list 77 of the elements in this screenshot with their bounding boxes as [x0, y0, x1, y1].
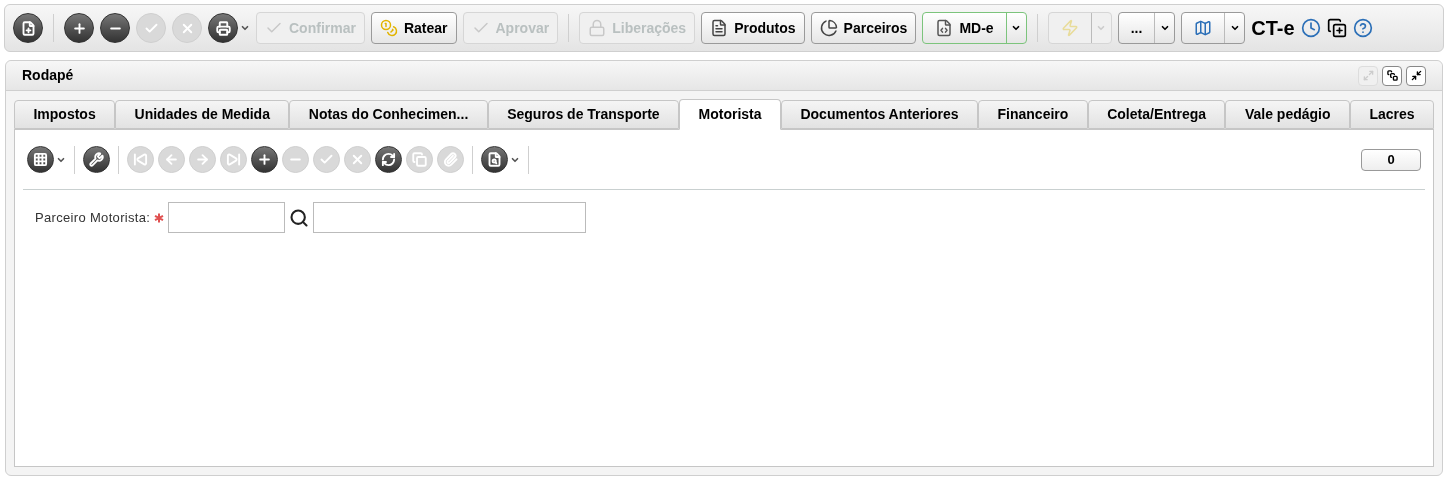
lock-icon — [588, 19, 607, 37]
windows-button[interactable] — [1326, 18, 1347, 38]
refresh-button[interactable] — [375, 146, 402, 173]
lightning-icon — [1060, 19, 1079, 37]
remove-button[interactable] — [100, 13, 130, 43]
copy-icon — [406, 146, 433, 173]
document-icon — [935, 19, 954, 37]
split-button[interactable] — [1181, 12, 1246, 44]
cancel-icon — [172, 13, 202, 43]
coins-icon — [379, 19, 398, 37]
tab[interactable]: Unidades de Medida — [115, 100, 290, 129]
windows-icon — [1326, 18, 1347, 38]
maximize-icon — [1362, 70, 1374, 81]
search-icon[interactable] — [289, 207, 310, 228]
new-document-icon — [13, 13, 43, 43]
document-icon — [710, 19, 729, 37]
tab[interactable]: Documentos Anteriores — [781, 100, 979, 129]
printer-icon — [208, 13, 238, 43]
pie-chart-icon — [819, 19, 838, 37]
columns-icon — [27, 146, 54, 173]
panel-title: Rodapé — [22, 66, 75, 85]
partner-name-field[interactable] — [313, 202, 587, 233]
split-button-label: ... — [1130, 18, 1143, 38]
wrench-icon — [83, 146, 110, 173]
tab[interactable]: Notas do Conhecimen... — [289, 100, 488, 129]
remove-icon — [100, 13, 130, 43]
remove-icon — [282, 146, 309, 173]
tab[interactable]: Lacres — [1349, 100, 1434, 129]
split-button[interactable]: ... — [1117, 12, 1176, 44]
first-record-icon — [127, 146, 154, 173]
cancel-icon — [344, 146, 371, 173]
help-button[interactable] — [1352, 18, 1373, 38]
tab[interactable]: Coleta/Entrega — [1087, 100, 1226, 129]
caret-icon — [240, 23, 250, 33]
tab[interactable]: Seguros de Transporte — [487, 100, 680, 129]
module-label: CT-e — [1251, 16, 1295, 41]
new-document-button[interactable] — [13, 13, 43, 43]
caret-icon — [1159, 23, 1170, 33]
minimize-icon — [1410, 70, 1422, 81]
restore-icon — [1386, 70, 1398, 81]
add-button[interactable] — [64, 13, 94, 43]
check-icon — [136, 13, 166, 43]
caret-icon — [1096, 23, 1107, 33]
refresh-icon — [375, 146, 402, 173]
caret-icon — [1011, 23, 1022, 33]
caret-icon — [1229, 23, 1240, 33]
next-icon — [189, 146, 216, 173]
printer-menu-button[interactable] — [208, 13, 250, 43]
previous-icon — [158, 146, 185, 173]
tab[interactable]: Financeiro — [978, 100, 1088, 129]
tab[interactable]: Impostos — [14, 100, 116, 129]
columns-menu-button[interactable] — [27, 146, 66, 173]
clock-icon — [1300, 18, 1321, 38]
field-label: Parceiro Motorista: — [35, 208, 151, 227]
tab[interactable]: Motorista — [679, 99, 781, 130]
document-search-icon — [481, 146, 508, 173]
add-icon — [251, 146, 278, 173]
clock-button[interactable] — [1300, 18, 1321, 38]
toolbar-button[interactable]: Parceiros — [810, 12, 917, 44]
toolbar-button[interactable]: Ratear — [370, 12, 457, 44]
add-button[interactable] — [251, 146, 278, 173]
split-button-label: MD-e — [959, 18, 994, 38]
attachment-icon — [437, 146, 464, 173]
toolbar-button[interactable]: Produtos — [701, 12, 805, 44]
wrench-button[interactable] — [83, 146, 110, 173]
last-record-icon — [220, 146, 247, 173]
restore-button[interactable] — [1382, 65, 1402, 86]
check-icon — [313, 146, 340, 173]
add-icon — [64, 13, 94, 43]
tab[interactable]: Vale pedágio — [1225, 100, 1350, 129]
record-count-badge: 0 — [1361, 148, 1421, 171]
minimize-button[interactable] — [1406, 65, 1426, 86]
split-button[interactable]: MD-e — [922, 12, 1027, 44]
map-icon — [1194, 19, 1213, 37]
help-icon — [1352, 18, 1373, 38]
document-search-menu-button[interactable] — [481, 146, 520, 173]
partner-code-field[interactable] — [168, 202, 286, 233]
